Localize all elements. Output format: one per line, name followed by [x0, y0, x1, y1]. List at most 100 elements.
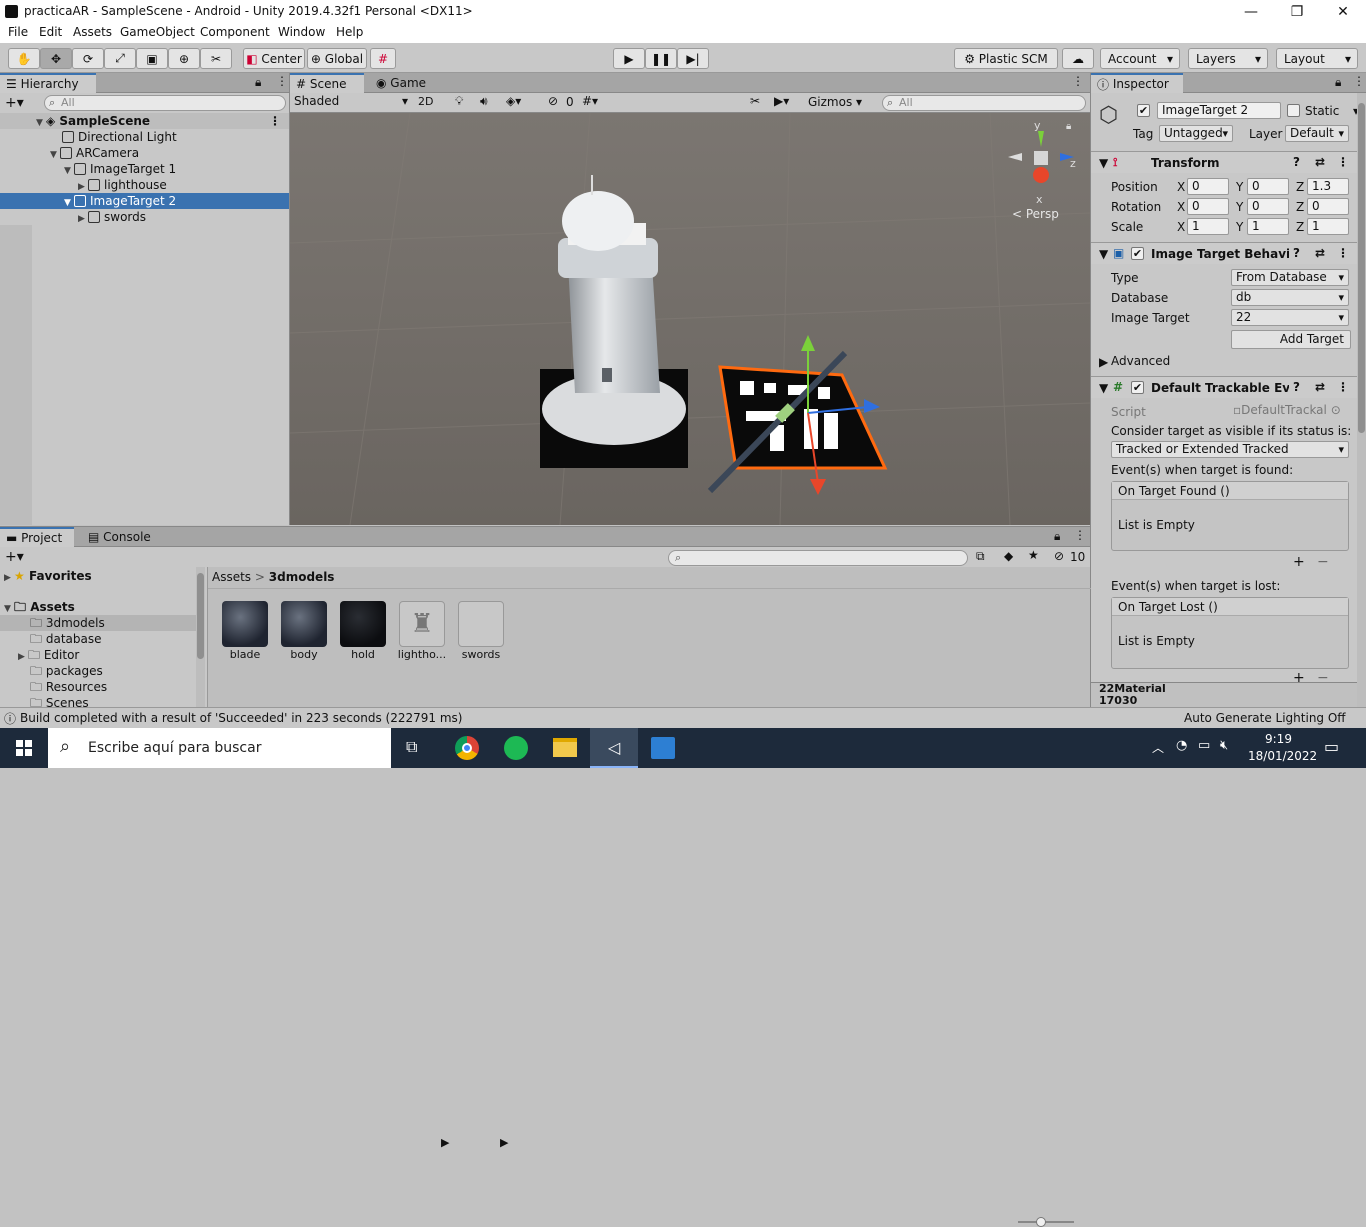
menu-component[interactable]: Component — [200, 25, 270, 39]
step-button[interactable]: ▶| — [677, 48, 709, 69]
menu-gameobject[interactable]: GameObject — [120, 25, 195, 39]
file-explorer-icon[interactable] — [553, 738, 577, 757]
minimize-button[interactable]: — — [1228, 0, 1274, 23]
layers-dropdown[interactable]: Layers ▾ — [1188, 48, 1268, 69]
tab-console[interactable]: ▤ Console — [82, 527, 162, 547]
favorites-row[interactable]: ▶ ★ Favorites — [0, 568, 196, 584]
menu-window[interactable]: Window — [278, 25, 325, 39]
tab-scene[interactable]: # Scene — [290, 73, 364, 93]
found-remove-button[interactable]: − — [1317, 554, 1329, 570]
scene-viewport[interactable]: y z x < Persp 🔒︎ — [290, 113, 1090, 525]
component-menu-icon[interactable]: ⋮ — [1337, 380, 1349, 394]
foldout-arrow-icon[interactable]: ▶ — [1099, 355, 1108, 369]
folder-database[interactable]: 🗀 database — [0, 631, 196, 647]
persp-label[interactable]: < Persp — [1012, 207, 1059, 221]
position-y-field[interactable]: 0 — [1247, 178, 1289, 195]
folder-packages[interactable]: 🗀 packages — [0, 663, 196, 679]
asset-body-thumbnail[interactable] — [281, 601, 327, 647]
preset-icon[interactable]: ⇄ — [1315, 155, 1325, 169]
static-label[interactable]: Static — [1305, 104, 1339, 118]
object-name-field[interactable]: ImageTarget 2 — [1157, 102, 1281, 119]
inspector-scroll-thumb[interactable] — [1358, 103, 1365, 433]
foldout-arrow-icon[interactable]: ▼ — [1099, 156, 1108, 170]
asset-lighthouse-thumbnail[interactable]: ♜ — [399, 601, 445, 647]
move-tool-icon[interactable]: ✥ — [40, 48, 72, 69]
panel-menu-icon[interactable]: ⋮ — [1072, 74, 1084, 88]
folder-3dmodels[interactable]: 🗀 3dmodels — [0, 615, 196, 631]
assets-row[interactable]: ▼ 🗀 Assets — [0, 599, 196, 615]
component-menu-icon[interactable]: ⋮ — [1337, 246, 1349, 260]
hierarchy-search[interactable]: ⌕ All — [44, 95, 286, 111]
scale-tool-icon[interactable]: ⤢ — [104, 48, 136, 69]
image-target-dropdown[interactable]: 22 — [1231, 309, 1349, 326]
tag-dropdown[interactable]: Untagged — [1159, 125, 1233, 142]
rotation-y-field[interactable]: 0 — [1247, 198, 1289, 215]
asset-swords-thumbnail[interactable] — [458, 601, 504, 647]
panel-menu-icon[interactable]: ⋮ — [1353, 74, 1365, 88]
cloud-icon[interactable]: ☁ — [1062, 48, 1094, 69]
shading-mode-dropdown[interactable]: Shaded ▾ — [294, 94, 410, 111]
taskbar-search[interactable]: ⌕ Escribe aquí para buscar — [48, 728, 391, 768]
grid-toggle-icon[interactable]: #▾ — [582, 94, 598, 108]
inspector-scrollbar[interactable] — [1357, 93, 1366, 707]
tab-game[interactable]: ◉ Game — [370, 73, 440, 93]
toggle-2d-button[interactable]: 2D — [418, 95, 433, 108]
camera-icon[interactable]: ▶▾ — [774, 94, 789, 108]
active-checkbox[interactable]: ✔ — [1137, 104, 1150, 117]
component-menu-icon[interactable]: ⋮ — [1337, 155, 1349, 169]
scene-row[interactable]: ▼ ◈ SampleScene ⋮ — [0, 113, 289, 129]
create-button[interactable]: +▾ — [5, 549, 24, 565]
static-checkbox[interactable] — [1287, 104, 1300, 117]
menu-assets[interactable]: Assets — [73, 25, 112, 39]
hand-tool-icon[interactable]: ✋ — [8, 48, 40, 69]
gizmos-dropdown[interactable]: Gizmos ▾ — [808, 95, 862, 109]
trackable-event-handler-header[interactable]: ▼ # ✔ Default Trackable Even ? ⇄ ⋮ — [1091, 376, 1357, 398]
hierarchy-item-lighthouse[interactable]: ▶ lighthouse — [0, 177, 289, 193]
transform-header[interactable]: ▼ ⟟ Transform ? ⇄ ⋮ — [1091, 151, 1357, 173]
lock-icon[interactable]: 🔒︎ — [255, 75, 261, 90]
volume-icon[interactable]: 🔇︎ — [1220, 738, 1228, 753]
add-button[interactable]: +▾ — [5, 95, 24, 111]
grid-snap-icon[interactable]: # — [370, 48, 396, 69]
collapse-arrow-icon[interactable]: ▶ — [4, 570, 14, 586]
breadcrumb-root[interactable]: Assets — [212, 570, 251, 584]
scene-lock-icon[interactable]: 🔒︎ — [1066, 121, 1071, 132]
play-button[interactable]: ▶ — [613, 48, 645, 69]
lock-icon[interactable]: 🔒︎ — [1335, 75, 1341, 90]
hierarchy-item-directional-light[interactable]: Directional Light — [0, 129, 289, 145]
found-add-button[interactable]: + — [1293, 554, 1305, 570]
battery-icon[interactable]: ▭ — [1198, 738, 1210, 753]
project-search[interactable]: ⌕ — [668, 550, 968, 566]
windows-start-icon[interactable] — [16, 740, 32, 756]
tray-chevron-icon[interactable]: ︿ — [1152, 739, 1164, 756]
expand-asset-icon[interactable]: ▶ — [500, 1136, 508, 1149]
hidden-packages-icon[interactable]: ⊘ — [1054, 549, 1064, 563]
rotation-x-field[interactable]: 0 — [1187, 198, 1229, 215]
menu-help[interactable]: Help — [336, 25, 363, 39]
network-icon[interactable]: ◔ — [1176, 738, 1187, 753]
status-message[interactable]: Build completed with a result of 'Succee… — [20, 711, 462, 725]
hierarchy-item-arcamera[interactable]: ▼ ARCamera — [0, 145, 289, 161]
close-button[interactable]: ✕ — [1320, 0, 1366, 23]
filter-type-icon[interactable]: ⧉ — [976, 549, 985, 564]
hierarchy-item-imagetarget-2[interactable]: ▼ ImageTarget 2 — [0, 193, 289, 209]
audio-toggle-icon[interactable]: 🔊︎ — [480, 94, 488, 109]
rotation-z-field[interactable]: 0 — [1307, 198, 1349, 215]
scale-y-field[interactable]: 1 — [1247, 218, 1289, 235]
on-target-lost-list[interactable]: On Target Lost () List is Empty — [1111, 597, 1349, 669]
asset-blade-thumbnail[interactable] — [222, 601, 268, 647]
task-view-icon[interactable]: ⧉ — [406, 737, 417, 757]
scale-x-field[interactable]: 1 — [1187, 218, 1229, 235]
unity-taskbar-icon[interactable]: ◁ — [590, 728, 638, 768]
on-target-found-list[interactable]: On Target Found () List is Empty — [1111, 481, 1349, 551]
effects-toggle-icon[interactable]: ◈▾ — [506, 94, 521, 108]
photos-icon[interactable] — [651, 737, 675, 759]
help-icon[interactable]: ? — [1293, 155, 1300, 169]
preset-icon[interactable]: ⇄ — [1315, 380, 1325, 394]
panel-menu-icon[interactable]: ⋮ — [276, 74, 288, 88]
layout-dropdown[interactable]: Layout ▾ — [1276, 48, 1358, 69]
database-dropdown[interactable]: db — [1231, 289, 1349, 306]
status-filter-dropdown[interactable]: Tracked or Extended Tracked — [1111, 441, 1349, 458]
image-target-behaviour-header[interactable]: ▼ ▣ ✔ Image Target Behaviour ? ⇄ ⋮ — [1091, 242, 1357, 264]
scale-z-field[interactable]: 1 — [1307, 218, 1349, 235]
